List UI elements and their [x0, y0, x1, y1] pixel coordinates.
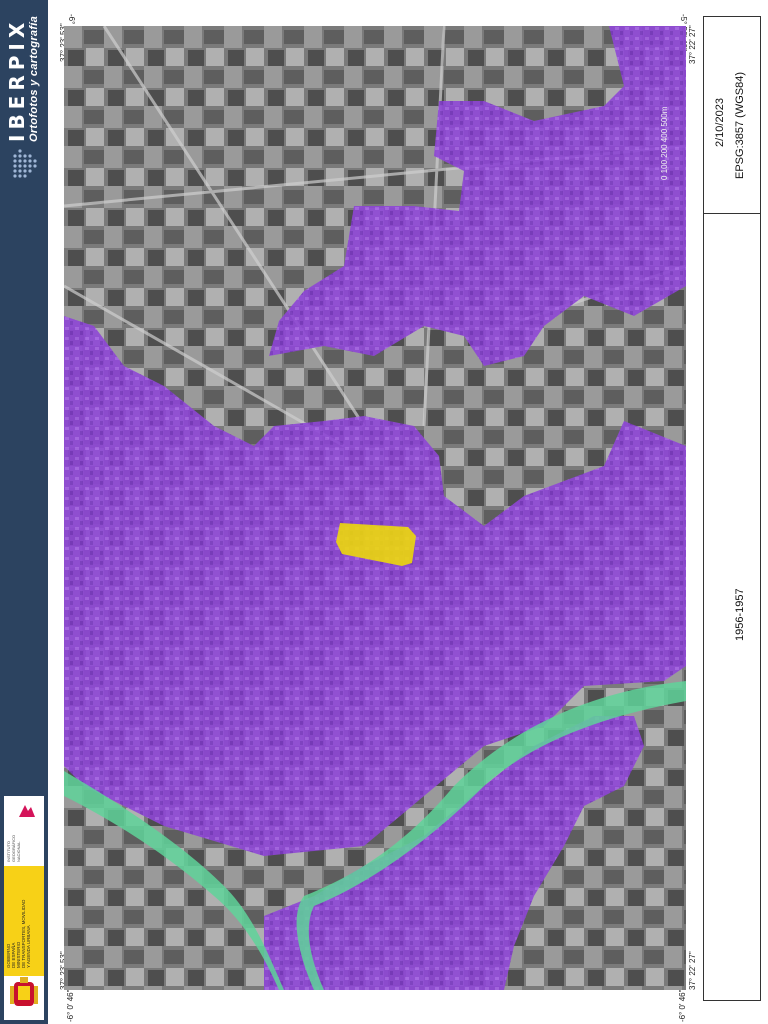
- coord-bottom-left-lon: -6° 0' 46": [66, 989, 75, 1022]
- map-crs: EPSG:3857 (WGS84): [734, 72, 746, 179]
- coord-top-right-lat: 37° 22' 27": [688, 25, 697, 64]
- info-divider: [704, 213, 760, 214]
- scale-bar-label: 0 100 200 400 500m: [660, 106, 669, 180]
- ministry-label: GOBIERNO DE ESPAÑA MINISTERIO DE TRANSPO…: [6, 899, 31, 968]
- spain-coat-of-arms-icon: [10, 977, 38, 1006]
- orthophoto-map[interactable]: [64, 26, 686, 990]
- map-period: 1956-1957: [734, 588, 746, 641]
- coord-bottom-right-lon: -6° 0' 46": [678, 989, 687, 1022]
- coord-bottom-right-lat: 37° 22' 27": [688, 951, 697, 990]
- brand-name: IBERPIX: [5, 17, 29, 142]
- brand-block: IBERPIX Ortofotos y cartografía: [3, 2, 45, 182]
- iberpix-logo-icon: [13, 149, 37, 178]
- brand-subtitle: Ortofotos y cartografía: [28, 15, 40, 142]
- map-canvas[interactable]: [64, 26, 686, 990]
- map-date: 2/10/2023: [714, 98, 726, 147]
- info-panel: 2/10/2023 EPSG:3857 (WGS84) 1956-1957: [703, 16, 761, 1001]
